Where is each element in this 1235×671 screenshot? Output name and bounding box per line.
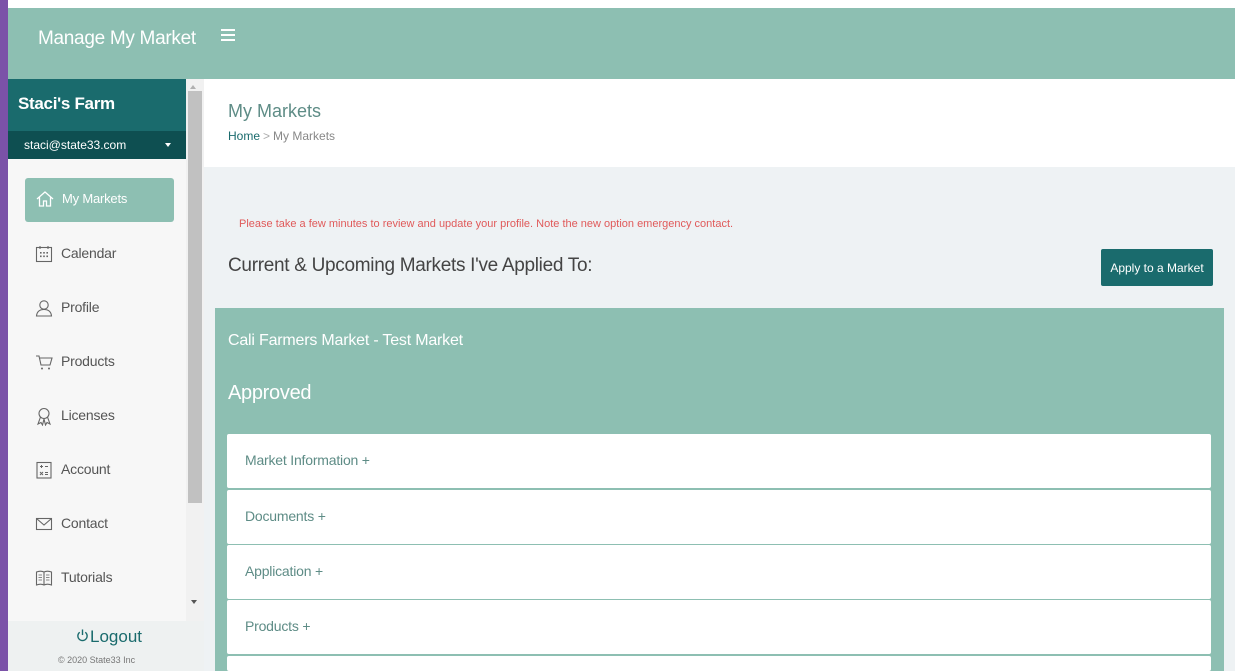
breadcrumb: Home > My Markets (228, 129, 335, 143)
scrollbar-thumb[interactable] (188, 91, 202, 503)
section-heading: Current & Upcoming Markets I've Applied … (228, 255, 593, 276)
sidebar-item-my-markets[interactable]: My Markets (25, 178, 174, 222)
sidebar-item-contact[interactable]: Contact (24, 503, 174, 545)
page-header: My Markets Home > My Markets (204, 79, 1235, 167)
window-edge (0, 0, 8, 671)
sidebar-item-tutorials[interactable]: Tutorials (24, 557, 174, 599)
accordion-products[interactable]: Products + (227, 600, 1211, 654)
breadcrumb-home-link[interactable]: Home (228, 129, 260, 143)
award-icon (37, 407, 51, 426)
accordion-label: Market Information + (245, 452, 370, 468)
market-name: Cali Farmers Market - Test Market (228, 332, 463, 349)
menu-toggle-icon[interactable] (221, 29, 235, 44)
cart-icon (36, 355, 53, 370)
sidebar-scrollbar[interactable] (186, 79, 204, 671)
breadcrumb-current: My Markets (273, 129, 336, 143)
account-email: staci@state33.com (24, 138, 127, 152)
logout-button[interactable]: Logout (76, 627, 142, 647)
sidebar-item-label: Licenses (61, 407, 115, 423)
copyright-text: © 2020 State33 Inc (58, 655, 136, 665)
sidebar: Staci's Farm staci@state33.com My Market… (8, 79, 186, 671)
sidebar-item-products[interactable]: Products (24, 341, 174, 383)
farm-name: Staci's Farm (18, 94, 115, 113)
user-icon (35, 300, 53, 317)
market-card: Cali Farmers Market - Test Market Approv… (215, 308, 1224, 671)
main-content: Please take a few minutes to review and … (204, 167, 1235, 671)
calculator-icon (36, 461, 52, 479)
accordion-next-item[interactable] (227, 656, 1211, 671)
sidebar-item-label: My Markets (62, 191, 128, 206)
envelope-icon (35, 517, 53, 531)
top-bar: Manage My Market (8, 8, 1235, 79)
accordion-label: Documents + (245, 508, 326, 524)
accordion-market-information[interactable]: Market Information + (227, 434, 1211, 488)
sidebar-item-profile[interactable]: Profile (24, 287, 174, 329)
accordion-documents[interactable]: Documents + (227, 490, 1211, 544)
sidebar-item-label: Account (61, 461, 111, 477)
caret-down-icon (165, 143, 171, 147)
sidebar-item-calendar[interactable]: Calendar (24, 233, 174, 275)
profile-notice: Please take a few minutes to review and … (239, 218, 734, 230)
sidebar-footer: Logout © 2020 State33 Inc (8, 621, 204, 671)
logout-label: Logout (90, 627, 142, 646)
sidebar-item-label: Contact (61, 515, 108, 531)
apply-to-market-button[interactable]: Apply to a Market (1101, 249, 1213, 286)
app-title: Manage My Market (38, 28, 196, 49)
scroll-down-arrow-icon[interactable] (191, 600, 197, 604)
sidebar-item-label: Tutorials (61, 569, 113, 585)
sidebar-item-account[interactable]: Account (24, 449, 174, 491)
sidebar-item-licenses[interactable]: Licenses (24, 395, 174, 437)
breadcrumb-separator: > (263, 129, 271, 143)
account-dropdown[interactable]: staci@state33.com (8, 131, 186, 159)
sidebar-item-label: Profile (61, 299, 100, 315)
sidebar-item-label: Products (61, 353, 115, 369)
scroll-up-arrow-icon[interactable] (190, 85, 196, 89)
calendar-icon (35, 246, 53, 263)
page-title: My Markets (228, 101, 322, 121)
power-icon (77, 629, 88, 642)
book-icon (35, 570, 53, 586)
market-status: Approved (228, 382, 312, 404)
accordion-application[interactable]: Application + (227, 545, 1211, 599)
accordion-label: Application + (245, 563, 323, 579)
sidebar-item-label: Calendar (61, 245, 117, 261)
accordion-label: Products + (245, 618, 311, 634)
farm-header: Staci's Farm (8, 79, 186, 131)
home-icon (36, 191, 54, 207)
